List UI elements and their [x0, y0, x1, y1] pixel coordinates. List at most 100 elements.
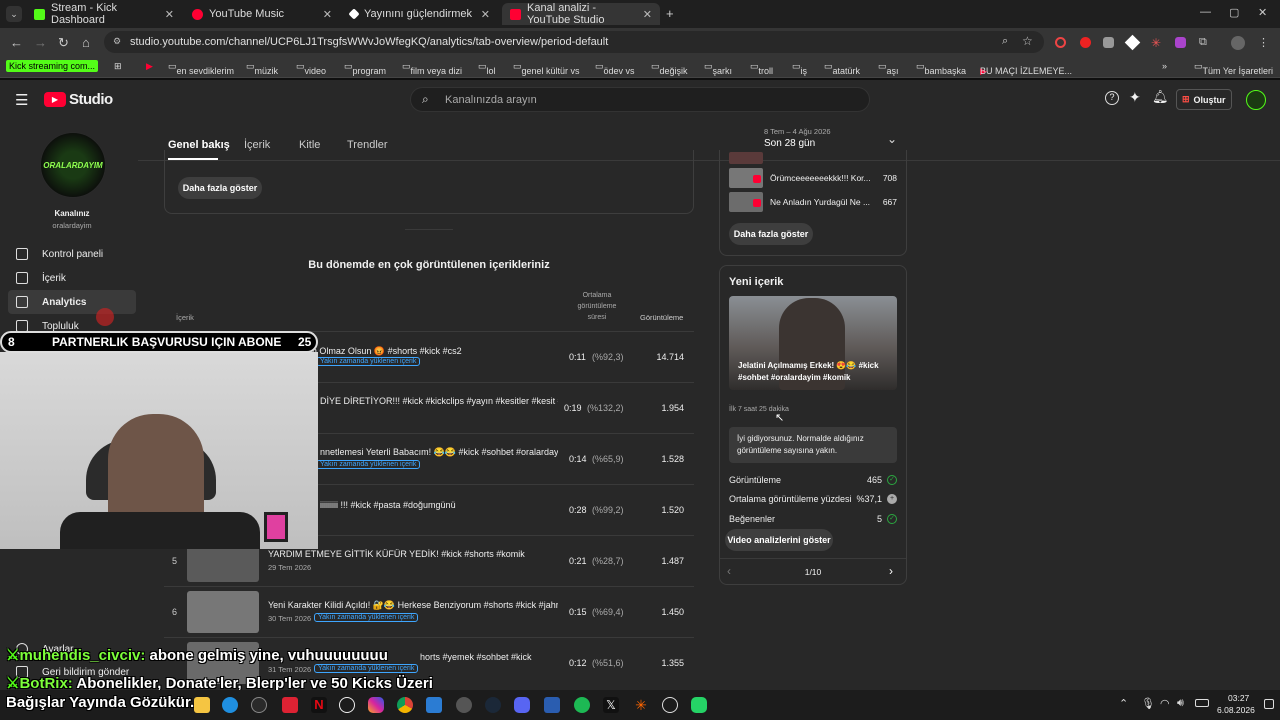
- sparkle-icon[interactable]: ✦: [1129, 89, 1141, 106]
- puzzle-icon[interactable]: ⧉: [1199, 36, 1207, 49]
- profile-avatar[interactable]: [1231, 36, 1245, 50]
- whatsapp-icon[interactable]: [691, 697, 707, 713]
- extension-icon[interactable]: [1080, 37, 1091, 48]
- extension-icon[interactable]: [1124, 34, 1141, 51]
- speaker-icon[interactable]: 🔊︎: [1177, 697, 1184, 710]
- bookmark-star-icon[interactable]: ☆: [1022, 34, 1033, 48]
- battery-icon[interactable]: [1195, 699, 1209, 707]
- bookmark-folder[interactable]: ▭ program: [344, 61, 386, 76]
- tab-youtube-music[interactable]: YouTube Music ✕: [184, 3, 340, 25]
- site-info-icon[interactable]: ⚙: [113, 36, 121, 47]
- metric-likes-label: Beğenenler: [729, 514, 776, 524]
- chatgpt-icon[interactable]: [339, 697, 355, 713]
- list-item[interactable]: Örümceeeeeeekkk!!! Kor... 708: [729, 167, 899, 189]
- bookmark-folder[interactable]: ▭ değişik: [651, 61, 688, 76]
- bookmark-folder[interactable]: ▭ müzik: [246, 61, 278, 76]
- studio-logo[interactable]: ▶ Studio: [44, 91, 113, 108]
- bookmark-folder[interactable]: ▭ video: [296, 61, 326, 76]
- discord-icon[interactable]: [514, 697, 530, 713]
- list-item[interactable]: [729, 152, 763, 164]
- close-icon[interactable]: ✕: [165, 8, 174, 21]
- close-icon[interactable]: ✕: [643, 8, 652, 21]
- steam-icon[interactable]: [485, 697, 501, 713]
- bookmark-folder[interactable]: ▭ aşı: [878, 61, 899, 76]
- tab-article[interactable]: Yayınını güçlendirmek için en iy ✕: [342, 3, 498, 25]
- bell-icon[interactable]: 🔔︎: [1152, 89, 1169, 105]
- back-icon[interactable]: ←: [10, 35, 23, 50]
- app-icon[interactable]: ✳: [633, 697, 649, 713]
- help-icon[interactable]: ?: [1105, 91, 1119, 105]
- tab-kick-dashboard[interactable]: Stream - Kick Dashboard ✕: [26, 2, 182, 26]
- app-icon[interactable]: [544, 697, 560, 713]
- x-icon[interactable]: 𝕏: [603, 697, 619, 713]
- youtube-icon[interactable]: ▶: [146, 61, 153, 72]
- video-thumbnail[interactable]: [187, 591, 259, 633]
- bookmark-folder[interactable]: ▭ atatürk: [824, 61, 860, 76]
- obs-icon[interactable]: [662, 697, 678, 713]
- channel-search[interactable]: ⌕ Kanalınızda arayın: [410, 87, 870, 112]
- account-avatar[interactable]: [1246, 90, 1266, 110]
- bookmark-folder[interactable]: ▭ film veya dizi: [402, 61, 462, 76]
- close-icon[interactable]: ✕: [323, 8, 332, 21]
- instagram-icon[interactable]: [368, 697, 384, 713]
- sword-icon: ⚔: [6, 647, 20, 664]
- app-icon[interactable]: [426, 697, 442, 713]
- maximize-icon[interactable]: ▢: [1229, 6, 1239, 19]
- forward-icon[interactable]: →: [34, 35, 47, 50]
- menu-dots-icon[interactable]: ⋮: [1258, 36, 1269, 49]
- clock-time[interactable]: 03:27: [1228, 693, 1249, 703]
- netflix-icon[interactable]: N: [311, 697, 327, 713]
- list-item[interactable]: Ne Anladın Yurdagül Ne ... 667: [729, 191, 899, 213]
- bookmark-folder[interactable]: ▭ bambaşka: [916, 61, 966, 76]
- sidebar-item-content[interactable]: İçerik: [8, 266, 136, 290]
- tab-search-icon[interactable]: ⌄: [6, 6, 22, 22]
- extension-icon[interactable]: ✳: [1151, 36, 1161, 50]
- apps-icon[interactable]: ⊞: [114, 61, 122, 72]
- create-button[interactable]: ⊞ Oluştur: [1176, 89, 1232, 110]
- url-bar[interactable]: ⚙ studio.youtube.com/channel/UCP6LJ1Trsg…: [104, 31, 1044, 53]
- extension-icon[interactable]: [1103, 37, 1114, 48]
- wifi-icon[interactable]: ◠: [1160, 697, 1170, 710]
- app-icon[interactable]: [456, 697, 472, 713]
- notification-icon[interactable]: [1264, 699, 1274, 709]
- chevron-right-icon[interactable]: ›: [889, 564, 893, 578]
- minimize-icon[interactable]: —: [1200, 6, 1211, 18]
- sidebar-item-dashboard[interactable]: Kontrol paneli: [8, 242, 136, 266]
- bookmark-folder[interactable]: ▭ troll: [750, 61, 773, 76]
- window-close-icon[interactable]: ✕: [1258, 6, 1267, 19]
- channel-avatar[interactable]: ORALARDAYIM: [40, 132, 106, 198]
- bookmark-folder[interactable]: ▭ ödev vs: [595, 61, 635, 76]
- chrome-icon[interactable]: [397, 697, 413, 713]
- hamburger-icon[interactable]: ☰: [15, 91, 28, 109]
- bookmark-folder[interactable]: ▭ genel kültür vs: [513, 61, 580, 76]
- spotify-icon[interactable]: [574, 697, 590, 713]
- chevron-right-icon[interactable]: »: [1162, 61, 1167, 71]
- app-icon[interactable]: [251, 697, 267, 713]
- edge-icon[interactable]: [222, 697, 238, 713]
- reload-icon[interactable]: ↻: [58, 35, 69, 51]
- realtime-show-more-button[interactable]: Daha fazla göster: [729, 223, 813, 245]
- new-tab-icon[interactable]: +: [666, 6, 674, 21]
- zoom-icon[interactable]: ⌕: [1002, 35, 1008, 48]
- chevron-up-icon[interactable]: ⌃: [1119, 697, 1128, 710]
- bookmark-folder[interactable]: ▭ iş: [792, 61, 807, 76]
- microphone-icon[interactable]: 🎙︎: [1141, 697, 1155, 710]
- pdf-icon[interactable]: [282, 697, 298, 713]
- close-icon[interactable]: ✕: [481, 8, 490, 21]
- bookmark-folder[interactable]: ▭ lol: [478, 61, 496, 76]
- new-video-thumbnail[interactable]: Jelatini Açılmamış Erkek! 😍😂 #kick #sohb…: [729, 296, 897, 390]
- explorer-icon[interactable]: [194, 697, 210, 713]
- clock-date[interactable]: 6.08.2026: [1217, 705, 1255, 715]
- show-more-button[interactable]: Daha fazla göster: [178, 177, 262, 199]
- video-analytics-button[interactable]: Video analizlerini göster: [725, 529, 833, 551]
- bookmark-folder[interactable]: ▭ en sevdiklerim: [168, 61, 234, 76]
- extension-icon[interactable]: [1055, 37, 1066, 48]
- table-row[interactable]: 6 Yeni Karakter Kilidi Açıldı! 🔐😂 Herkes…: [164, 586, 694, 637]
- chevron-left-icon[interactable]: ‹: [727, 564, 731, 578]
- bookmark-kick[interactable]: Kick streaming com...: [6, 60, 99, 72]
- bookmark-folder[interactable]: ▭ şarkı: [704, 61, 732, 76]
- home-icon[interactable]: ⌂: [82, 35, 90, 50]
- bookmark-all[interactable]: ▭ Tüm Yer İşaretleri: [1194, 61, 1273, 76]
- tab-youtube-studio[interactable]: Kanal analizi - YouTube Studio ✕: [502, 2, 660, 26]
- extension-icon[interactable]: [1175, 37, 1186, 48]
